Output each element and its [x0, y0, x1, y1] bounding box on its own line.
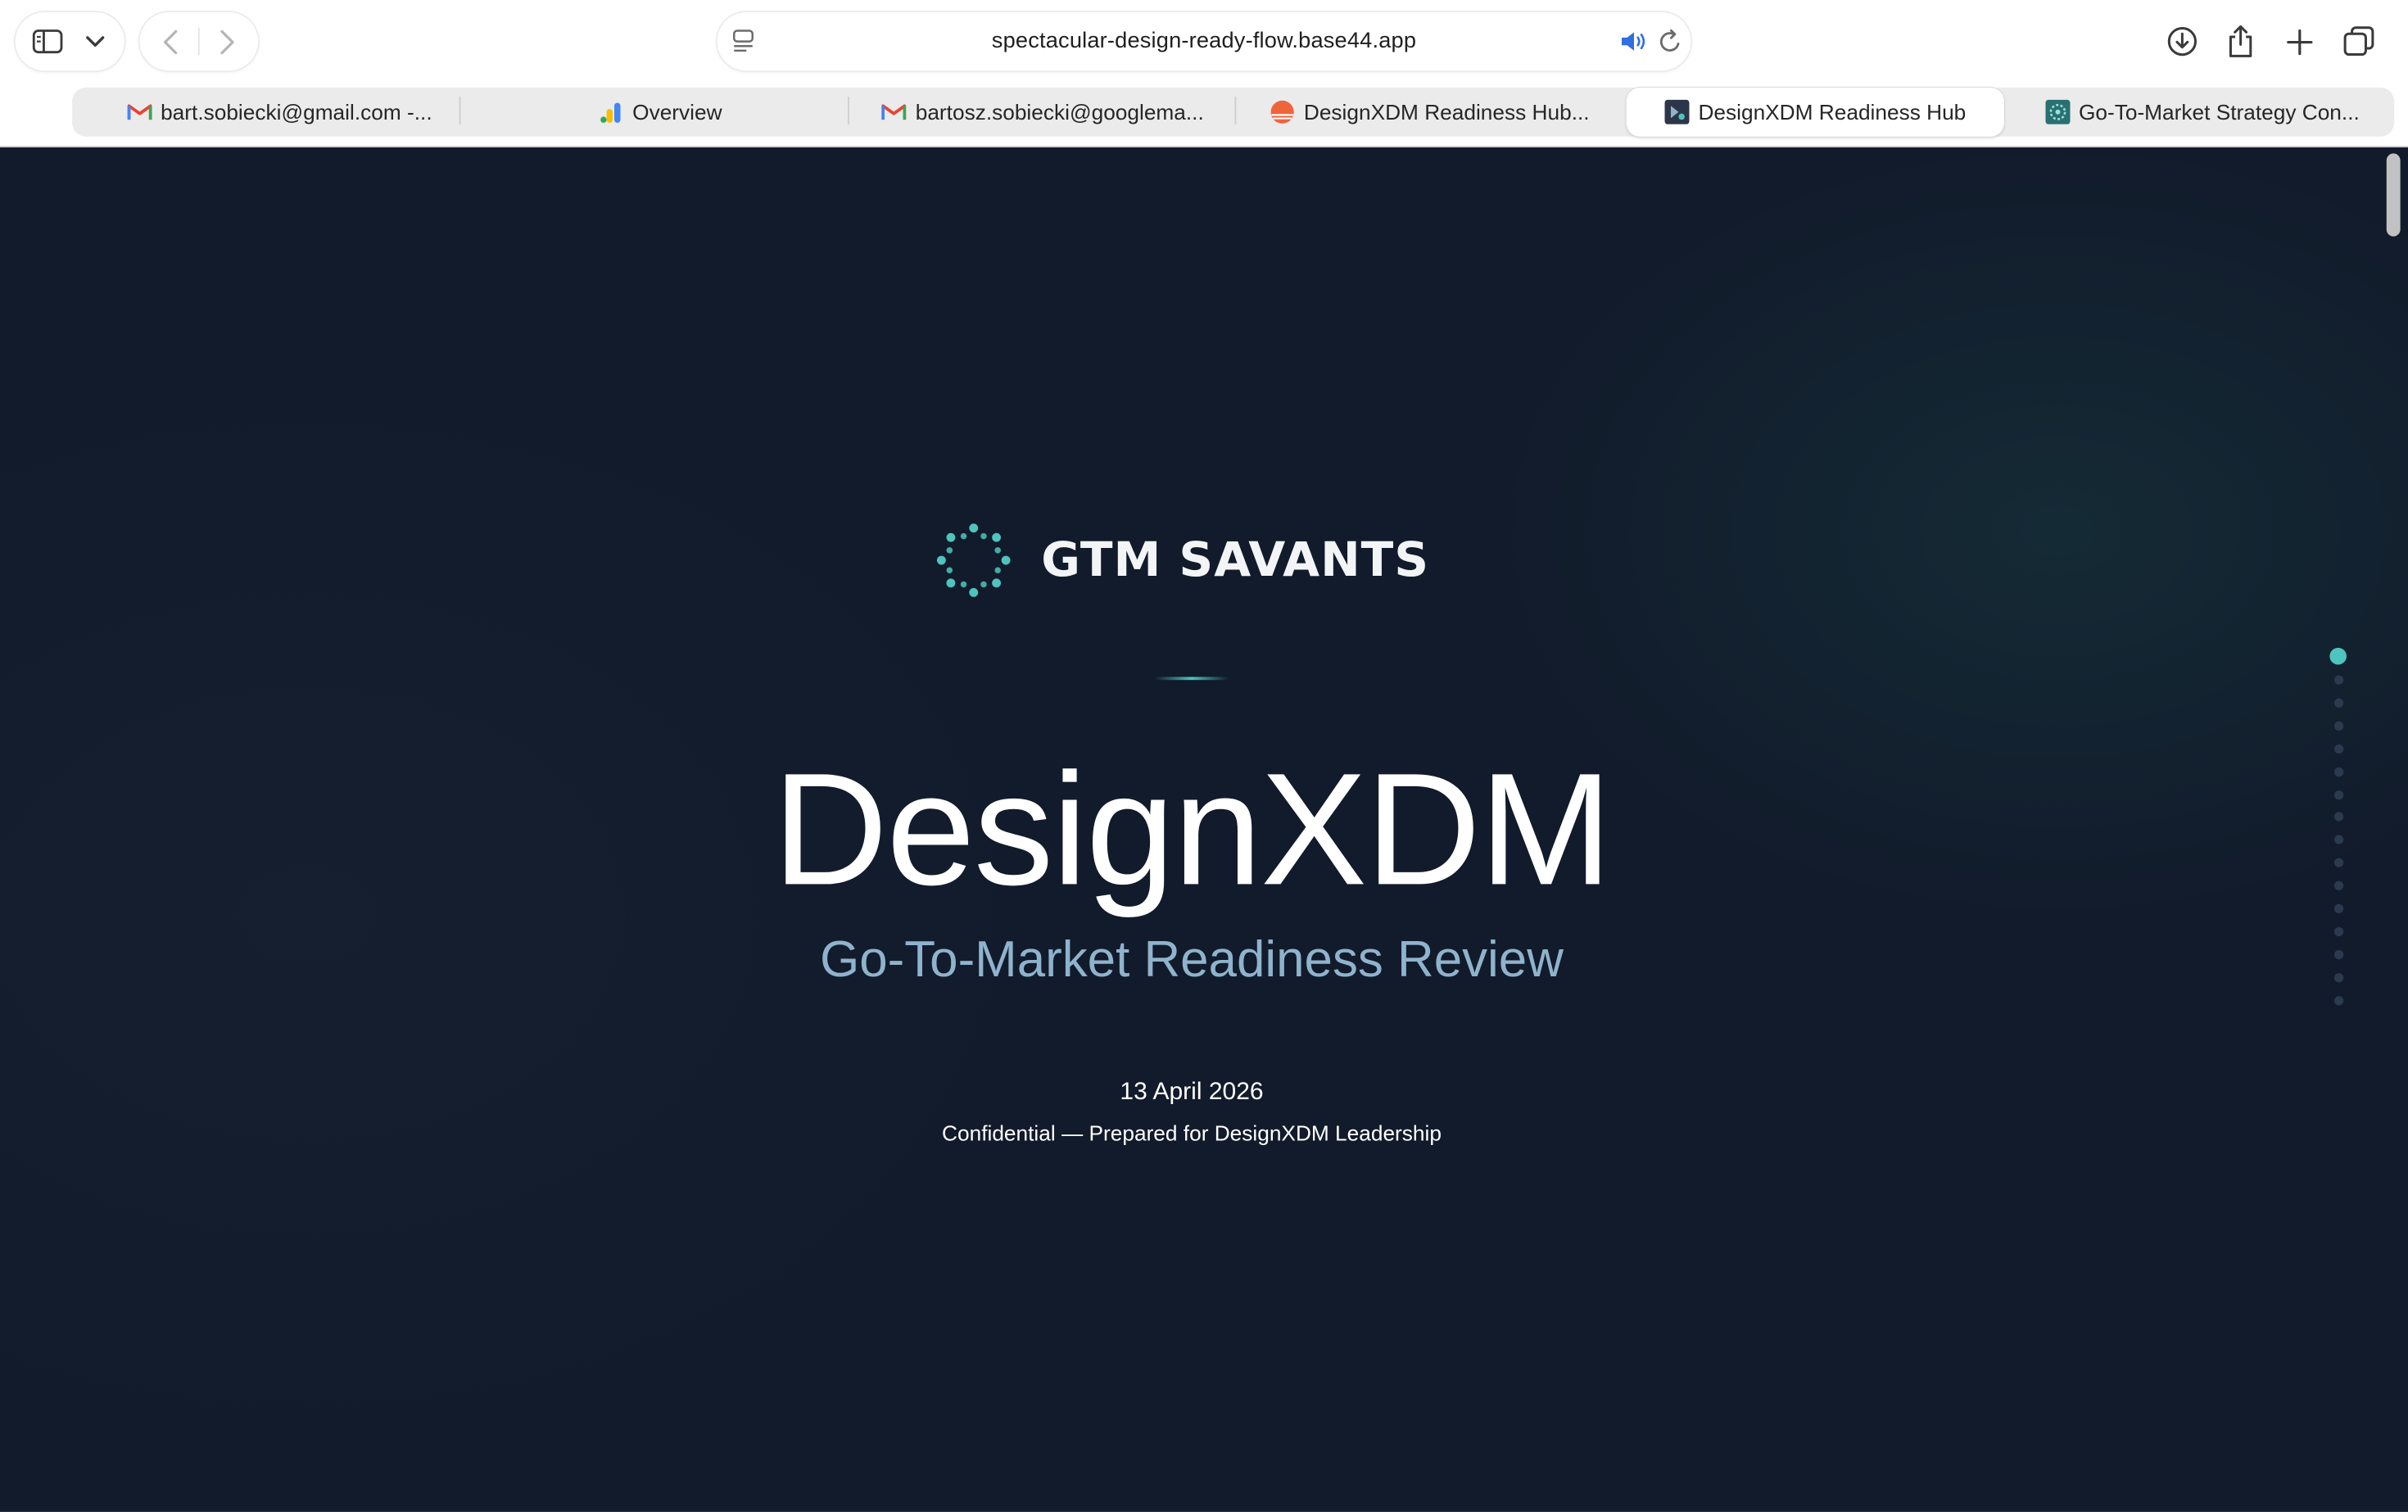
logo-dot: [992, 532, 1002, 542]
reload-icon[interactable]: [1655, 29, 1683, 54]
audio-icon[interactable]: [1618, 29, 1650, 54]
slide-nav-dot[interactable]: [2334, 926, 2344, 936]
gmail-icon: [881, 100, 907, 124]
page-title: DesignXDM: [772, 741, 1612, 920]
tab-label: DesignXDM Readiness Hub...: [1303, 99, 1590, 124]
presentation-date: 13 April 2026: [1120, 1079, 1264, 1106]
slide-nav-dot[interactable]: [2334, 790, 2344, 799]
tab-separator: [459, 97, 461, 124]
share-icon[interactable]: [2224, 23, 2257, 60]
forward-icon[interactable]: [215, 28, 240, 56]
tab-overview-icon[interactable]: [2342, 25, 2375, 58]
slide-nav-dot[interactable]: [2334, 949, 2344, 959]
download-icon[interactable]: [2166, 25, 2199, 58]
sidebar-toggle-group[interactable]: [15, 11, 124, 71]
logo-dot: [960, 581, 967, 588]
vertical-scrollbar[interactable]: [2383, 147, 2408, 1512]
tab-label: Go-To-Market Strategy Con...: [2078, 99, 2360, 124]
tab-overview[interactable]: Overview: [476, 88, 844, 137]
browser-toolbar: spectacular-design-ready-flow.base44.app: [0, 0, 2408, 85]
slide-nav-dot[interactable]: [2334, 903, 2344, 914]
tab-gtm-strategy[interactable]: Go-To-Market Strategy Con...: [2013, 88, 2391, 137]
back-icon[interactable]: [158, 28, 183, 56]
slide-nav-dot[interactable]: [2334, 972, 2344, 982]
tab-separator: [1234, 97, 1237, 124]
chevron-down-icon[interactable]: [83, 30, 107, 52]
new-tab-icon[interactable]: [2284, 26, 2315, 57]
scrollbar-thumb[interactable]: [2386, 153, 2401, 237]
tab-label: Overview: [632, 99, 722, 124]
address-bar[interactable]: spectacular-design-ready-flow.base44.app: [717, 11, 1691, 71]
app-icon: [1664, 99, 1690, 124]
tab-readiness-hub-active[interactable]: DesignXDM Readiness Hub: [1626, 87, 2004, 137]
logo-dot: [936, 555, 946, 565]
pattern-icon: [2044, 99, 2070, 124]
logo-dot: [980, 532, 987, 540]
url-text[interactable]: spectacular-design-ready-flow.base44.app: [992, 29, 1416, 54]
tab-label: DesignXDM Readiness Hub: [1698, 99, 1967, 124]
logo-dot: [992, 578, 1002, 588]
sunset-icon: [1270, 100, 1295, 124]
slide-nav-dot[interactable]: [2334, 698, 2344, 708]
tab-label: bart.sobiecki@gmail.com -...: [161, 99, 432, 124]
tab-readiness-hub-1[interactable]: DesignXDM Readiness Hub...: [1241, 88, 1618, 137]
slide-nav-dot[interactable]: [2334, 675, 2344, 685]
reader-icon[interactable]: [730, 28, 758, 56]
logo-dot: [960, 532, 967, 540]
confidential-notice: Confidential — Prepared for DesignXDM Le…: [942, 1120, 1442, 1146]
logo-dot: [980, 581, 987, 588]
slide-nav-dot[interactable]: [2334, 995, 2344, 1005]
brand-logo: GTM SAVANTS: [934, 520, 1429, 600]
slide-nav-dot[interactable]: [2329, 647, 2347, 665]
logo-dot: [969, 523, 979, 533]
tab-strip: bart.sobiecki@gmail.com -... Overview ba…: [0, 84, 2408, 147]
page-subtitle: Go-To-Market Readiness Review: [820, 930, 1564, 987]
gmail-icon: [126, 100, 152, 124]
logo-dot: [1001, 555, 1011, 565]
nav-divider: [197, 27, 200, 56]
navigation-group: [139, 11, 258, 71]
accent-divider: [1155, 677, 1229, 681]
sidebar-icon[interactable]: [31, 26, 65, 57]
slide-nav-dot[interactable]: [2334, 767, 2344, 776]
tab-gmail-work[interactable]: bartosz.sobiecki@googlema...: [854, 88, 1232, 137]
slide-nav-dot[interactable]: [2334, 721, 2344, 731]
page-content: GTM SAVANTS DesignXDM Go-To-Market Readi…: [0, 147, 2408, 1512]
analytics-icon: [599, 100, 623, 124]
logo-dot: [946, 567, 953, 573]
logo-dot: [969, 587, 979, 597]
tab-gmail-personal[interactable]: bart.sobiecki@gmail.com -...: [93, 88, 468, 137]
logo-dot: [994, 567, 1001, 573]
slide-nav-dot[interactable]: [2334, 744, 2344, 754]
brand-name: GTM SAVANTS: [1041, 532, 1430, 588]
logo-dot: [946, 532, 956, 542]
logo-dot: [946, 578, 956, 588]
dotted-circle-logo-icon: [934, 520, 1014, 600]
logo-dot: [994, 547, 1001, 554]
tab-separator: [848, 97, 849, 124]
logo-dot: [946, 547, 953, 554]
tab-label: bartosz.sobiecki@googlema...: [915, 99, 1204, 124]
